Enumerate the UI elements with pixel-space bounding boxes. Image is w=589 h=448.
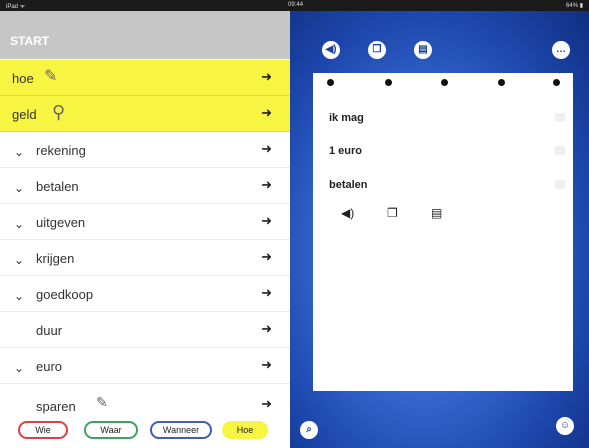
- sentence-item[interactable]: ik mag: [329, 112, 364, 124]
- list-title: START: [10, 34, 50, 48]
- list-item-label: hoe: [12, 71, 34, 86]
- list-item-label: sparen: [36, 399, 76, 414]
- list-header: START: [0, 11, 290, 59]
- item-checkbox[interactable]: [555, 180, 565, 189]
- arrow-right-icon[interactable]: ➜: [261, 285, 272, 301]
- list-item-duur[interactable]: duur ➜: [0, 312, 290, 348]
- arrow-right-icon[interactable]: ➜: [261, 249, 272, 265]
- list-item-label: goedkoop: [36, 287, 94, 302]
- list-item-label: betalen: [36, 179, 79, 194]
- page-dot[interactable]: [441, 79, 448, 86]
- chevron-down-icon[interactable]: ⌄: [14, 217, 28, 231]
- speaker-icon[interactable]: ◀): [341, 206, 354, 220]
- word-list-panel: START hoe ✎ ➜ geld ⚲ ➜ ⌄ rekening ➜ ⌄ be…: [0, 11, 290, 448]
- zoom-icon[interactable]: ⌕: [300, 421, 318, 439]
- status-time: 09:44: [288, 2, 304, 8]
- robot-icon[interactable]: ☺: [556, 417, 574, 435]
- status-bar: iPad ᯤ 09:44 64% ▮: [0, 0, 589, 11]
- arrow-right-icon[interactable]: ➜: [261, 141, 272, 157]
- page-dot[interactable]: [498, 79, 505, 86]
- copy-icon[interactable]: ❐: [368, 41, 386, 59]
- sentence-card: ik mag 1 euro betalen ◀) ❐ ▤: [313, 73, 573, 391]
- trash-icon[interactable]: ▤: [431, 206, 442, 220]
- list-item-label: uitgeven: [36, 215, 86, 230]
- list-item-label: rekening: [36, 143, 86, 158]
- tag-waar[interactable]: Waar: [84, 421, 138, 439]
- pencil-icon: ✎: [44, 68, 58, 85]
- coins-icon: ⚲: [52, 102, 66, 122]
- status-left: iPad ᯤ: [6, 4, 26, 10]
- list-item-uitgeven[interactable]: ⌄ uitgeven ➜: [0, 204, 290, 240]
- copy-icon[interactable]: ❐: [387, 206, 398, 220]
- arrow-right-icon[interactable]: ➜: [261, 69, 272, 85]
- page-dot[interactable]: [327, 79, 334, 86]
- sentence-item[interactable]: betalen: [329, 179, 368, 191]
- list-item-label: duur: [36, 323, 63, 338]
- item-checkbox[interactable]: [555, 146, 565, 155]
- arrow-right-icon[interactable]: ➜: [261, 396, 272, 412]
- list-item-rekening[interactable]: ⌄ rekening ➜: [0, 132, 290, 168]
- list-item-euro[interactable]: ⌄ euro ➜: [0, 348, 290, 384]
- chevron-down-icon[interactable]: ⌄: [14, 289, 28, 303]
- tag-wie[interactable]: Wie: [18, 421, 68, 439]
- pencil-icon: ✎: [96, 394, 108, 410]
- list-item-goedkoop[interactable]: ⌄ goedkoop ➜: [0, 276, 290, 312]
- list-item-krijgen[interactable]: ⌄ krijgen ➜: [0, 240, 290, 276]
- list-item-label: geld: [12, 107, 37, 122]
- speaker-icon[interactable]: ◀): [322, 41, 340, 59]
- chevron-down-icon[interactable]: ⌄: [14, 181, 28, 195]
- arrow-right-icon[interactable]: ➜: [261, 321, 272, 337]
- status-battery: 64% ▮: [566, 3, 583, 9]
- chevron-down-icon[interactable]: ⌄: [14, 145, 28, 159]
- arrow-right-icon[interactable]: ➜: [261, 177, 272, 193]
- list-item-geld[interactable]: geld ⚲ ➜: [0, 96, 290, 132]
- page-dot[interactable]: [385, 79, 392, 86]
- question-tag-bar: Wie Waar Wanneer Hoe: [0, 414, 290, 448]
- item-checkbox[interactable]: [555, 113, 565, 122]
- tag-hoe[interactable]: Hoe: [222, 421, 268, 439]
- trash-icon[interactable]: ▤: [414, 41, 432, 59]
- list-item-betalen[interactable]: ⌄ betalen ➜: [0, 168, 290, 204]
- list-item-label: krijgen: [36, 251, 75, 266]
- arrow-right-icon[interactable]: ➜: [261, 357, 272, 373]
- sentence-item[interactable]: 1 euro: [329, 145, 362, 157]
- list-item-label: euro: [36, 359, 63, 374]
- tag-wanneer[interactable]: Wanneer: [150, 421, 212, 439]
- chevron-down-icon[interactable]: ⌄: [14, 253, 28, 267]
- sentence-panel: ◀) ❐ ▤ … ik mag 1 euro betalen ◀) ❐ ▤ ⌕ …: [290, 11, 589, 448]
- list-item-hoe[interactable]: hoe ✎ ➜: [0, 60, 290, 96]
- chevron-down-icon[interactable]: ⌄: [14, 361, 28, 375]
- arrow-right-icon[interactable]: ➜: [261, 213, 272, 229]
- page-dot[interactable]: [553, 79, 560, 86]
- arrow-right-icon[interactable]: ➜: [261, 105, 272, 121]
- more-icon[interactable]: …: [552, 41, 570, 59]
